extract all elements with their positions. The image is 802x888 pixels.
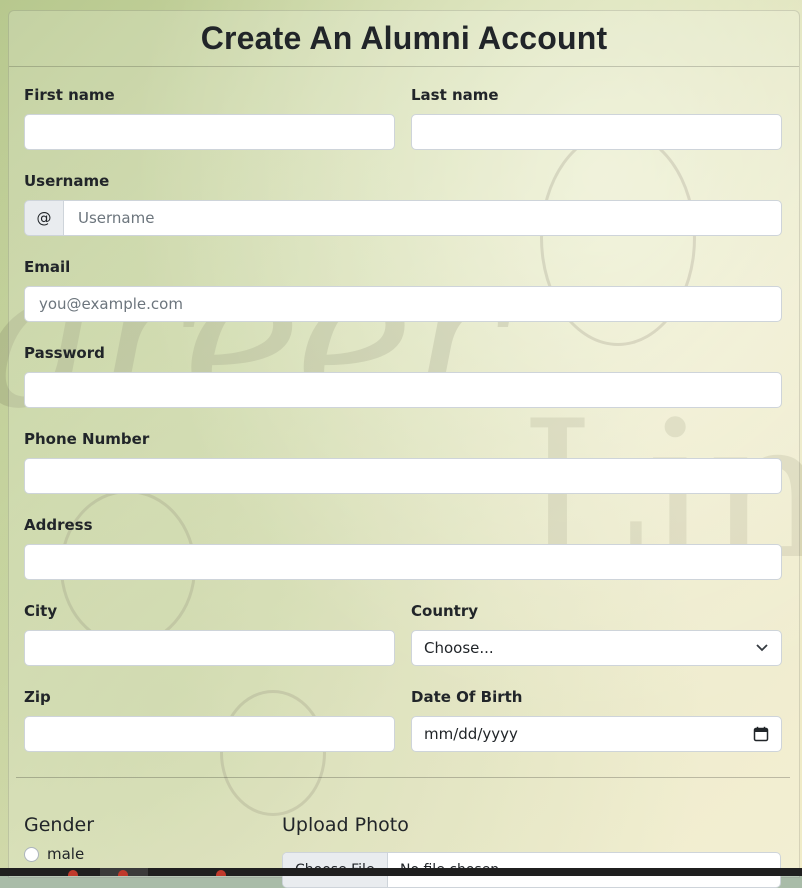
username-label: Username (24, 172, 110, 190)
country-selected-value: Choose... (424, 639, 494, 657)
address-field[interactable] (24, 544, 782, 580)
address-input[interactable] (37, 552, 769, 572)
phone-input[interactable] (37, 466, 769, 486)
calendar-icon[interactable] (753, 726, 769, 742)
last-name-label: Last name (411, 86, 499, 104)
city-input[interactable] (37, 638, 382, 658)
zip-field[interactable] (24, 716, 395, 752)
city-label: City (24, 602, 58, 620)
country-label: Country (411, 602, 479, 620)
page-title: Create An Alumni Account (200, 20, 608, 56)
last-name-field[interactable] (411, 114, 782, 150)
first-name-field[interactable] (24, 114, 395, 150)
phone-field[interactable] (24, 458, 782, 494)
taskbar (0, 868, 802, 876)
country-select[interactable]: Choose... (411, 630, 782, 666)
dob-placeholder: mm/dd/yyyy (424, 725, 518, 743)
taskbar-app-icon[interactable] (216, 870, 226, 876)
gender-heading: Gender (24, 814, 95, 836)
password-field[interactable] (24, 372, 782, 408)
section-divider (16, 777, 790, 778)
address-label: Address (24, 516, 93, 534)
password-input[interactable] (37, 380, 769, 400)
gender-male-label: male (47, 845, 85, 863)
email-field[interactable] (24, 286, 782, 322)
taskbar-app-icon[interactable] (118, 870, 128, 876)
phone-label: Phone Number (24, 430, 150, 448)
zip-label: Zip (24, 688, 51, 706)
dob-field[interactable]: mm/dd/yyyy (411, 716, 782, 752)
chevron-down-icon (756, 644, 768, 652)
taskbar-app-icon[interactable] (68, 870, 78, 876)
zip-input[interactable] (37, 724, 382, 744)
gender-male-radio[interactable] (24, 847, 39, 862)
username-input[interactable] (76, 208, 769, 228)
username-field[interactable] (63, 200, 782, 236)
upload-photo-heading: Upload Photo (282, 814, 409, 836)
card-header: Create An Alumni Account (9, 11, 799, 67)
dob-label: Date Of Birth (411, 688, 523, 706)
first-name-label: First name (24, 86, 115, 104)
last-name-input[interactable] (424, 122, 769, 142)
city-field[interactable] (24, 630, 395, 666)
email-input[interactable] (37, 294, 769, 314)
at-sign-addon: @ (24, 200, 64, 236)
password-label: Password (24, 344, 105, 362)
first-name-input[interactable] (37, 122, 382, 142)
email-label: Email (24, 258, 71, 276)
